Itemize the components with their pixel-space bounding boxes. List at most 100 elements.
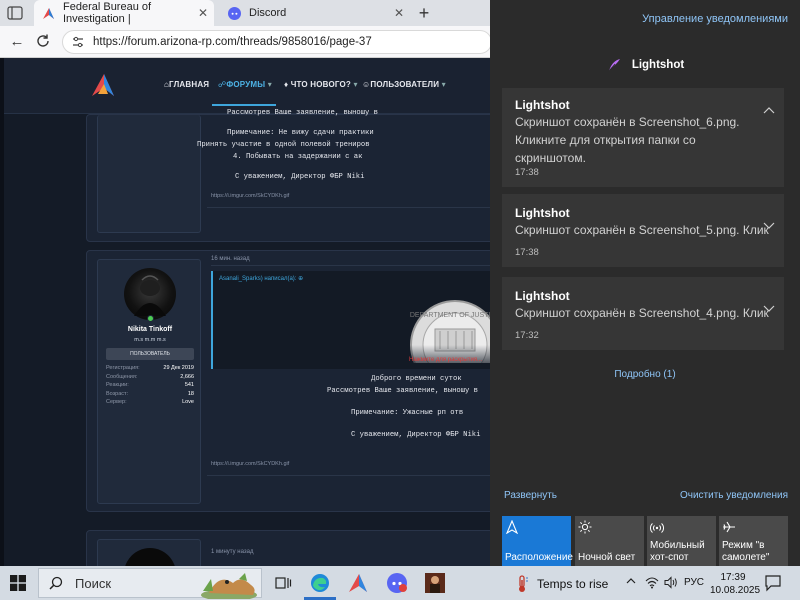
close-tab-icon[interactable]: ✕ [198, 6, 208, 20]
task-view-icon[interactable] [272, 572, 294, 594]
notification-title: Lightshot [515, 206, 570, 220]
post-line: Принять участие в одной полевой трениров [197, 141, 370, 149]
notification-time: 17:38 [515, 247, 539, 258]
quote-author[interactable]: Asanali_Sparks) написал(а): ⊕ [219, 275, 303, 282]
quick-action-airplane-mode[interactable]: Режим "в самолете" [719, 516, 788, 566]
taskbar-search-box[interactable]: Поиск [38, 568, 262, 599]
notification-title: Lightshot [515, 289, 570, 303]
wifi-icon[interactable] [645, 576, 659, 594]
post-line: С уважением, Директор ФБР Niki [351, 431, 481, 439]
discord-favicon-icon [228, 6, 241, 20]
app-name: Lightshot [631, 59, 685, 71]
notification-card[interactable]: Lightshot Скриншот сохранён в Screenshot… [502, 88, 784, 187]
post-user-card [97, 539, 201, 566]
post-line: Рассмотрев Ваше заявление, выношу в [227, 109, 378, 117]
username[interactable]: Nikita Tinkoff [98, 326, 202, 333]
lightshot-feather-icon [608, 59, 620, 72]
post-time[interactable]: 16 мин. назад [211, 256, 250, 262]
site-info-icon[interactable] [71, 35, 85, 49]
nav-main[interactable]: ⌂ГЛАВНАЯ [164, 80, 209, 89]
arizona-logo[interactable] [90, 72, 116, 103]
url-input[interactable]: https://forum.arizona-rp.com/threads/985… [62, 30, 492, 54]
post-time[interactable]: 1 минуту назад [211, 549, 253, 555]
clear-notifications-link[interactable]: Очистить уведомления [680, 490, 788, 501]
post-line: 4. Побывать на задержании с ак [233, 153, 363, 161]
notification-card[interactable]: Lightshot Скриншот сохранён в Screenshot… [502, 277, 784, 350]
stat-row: Реакции: 541 [106, 382, 194, 388]
quick-action-location[interactable]: Расположение [502, 516, 573, 566]
notification-body-line: Кликните для открытия папки со [515, 133, 696, 147]
quote-expand-link[interactable]: Нажмите для раскрытия... [409, 357, 482, 363]
nav-active-indicator [212, 104, 276, 106]
search-icon [49, 576, 63, 590]
nav-forums[interactable]: ☍ФОРУМЫ ▾ [218, 80, 272, 89]
address-bar-row: ← https://forum.arizona-rp.com/threads/9… [0, 26, 492, 58]
notification-time: 17:32 [515, 330, 539, 341]
svg-text:DEPARTMENT OF JUSTICE: DEPARTMENT OF JUSTICE [410, 312, 490, 319]
manage-notifications-link[interactable]: Управление уведомлениями [642, 13, 788, 25]
tab-title: Federal Bureau of Investigation | [63, 1, 152, 25]
notification-body-line: Скриншот сохранён в Screenshot_5.png. Кл… [515, 223, 769, 237]
hotspot-icon [650, 523, 664, 533]
close-tab-icon[interactable]: ✕ [394, 6, 404, 20]
chevron-up-icon[interactable] [762, 104, 776, 118]
chevron-down-icon[interactable] [762, 301, 776, 315]
arizona-favicon-icon [42, 7, 55, 20]
notification-card[interactable]: Lightshot Скриншот сохранён в Screenshot… [502, 194, 784, 267]
search-placeholder: Поиск [75, 575, 112, 591]
expand-link[interactable]: Развернуть [504, 490, 557, 501]
taskbar: Поиск Temps to rise РУС 17:39 10.08.2025 [0, 566, 800, 600]
volume-icon[interactable] [664, 576, 678, 594]
avatar[interactable] [124, 268, 176, 320]
notification-body-line: Скриншот сохранён в Screenshot_6.png. [515, 115, 740, 129]
post-line: Доброго времени суток [371, 375, 462, 383]
post-line: Примечание: Ужасные рп отв [351, 409, 464, 417]
forum-page: ⌂ГЛАВНАЯ ☍ФОРУМЫ ▾ ♦ ЧТО НОВОГО? ▾ ☺ПОЛЬ… [0, 58, 490, 566]
input-language[interactable]: РУС [684, 577, 704, 588]
clock-time: 17:39 [720, 572, 746, 583]
forum-post: 1 минуту назад [86, 530, 490, 566]
edge-browser-icon[interactable] [309, 572, 331, 594]
post-divider [207, 475, 490, 476]
quote-arrow-icon: ⊕ [298, 276, 304, 282]
tab-discord[interactable]: Discord ✕ [220, 0, 410, 26]
refresh-icon[interactable] [34, 33, 52, 51]
clock-date: 10.08.2025 [710, 585, 761, 596]
more-notifications-link[interactable]: Подробно (1) [490, 369, 800, 380]
back-arrow-icon[interactable]: ← [8, 33, 26, 51]
notification-title: Lightshot [515, 98, 570, 112]
tab-actions-icon[interactable] [4, 4, 26, 22]
notification-center-icon[interactable] [764, 574, 782, 597]
discord-app-icon[interactable] [386, 572, 408, 594]
weather-text: Temps to rise [537, 577, 609, 591]
quick-action-label: Расположение [505, 552, 573, 563]
game-app-icon[interactable] [424, 572, 446, 594]
arizona-launcher-icon[interactable] [347, 572, 369, 594]
new-tab-icon[interactable]: + [412, 0, 436, 26]
nav-users[interactable]: ☺ПОЛЬЗОВАТЕЛИ ▾ [362, 80, 446, 89]
chevron-down-icon[interactable] [762, 218, 776, 232]
tab-fbi[interactable]: Federal Bureau of Investigation | ✕ [34, 0, 214, 26]
nav-whats-new[interactable]: ♦ ЧТО НОВОГО? ▾ [284, 80, 358, 89]
role-badge: ПОЛЬЗОВАТЕЛЬ [106, 348, 194, 360]
quick-action-night-light[interactable]: Ночной свет [575, 516, 644, 566]
brightness-icon [578, 520, 592, 534]
post-image-link[interactable]: https://i.imgur.com/SkCYDKh.gif [211, 193, 289, 199]
quick-action-mobile-hotspot[interactable]: Мобильный хот-спот [647, 516, 716, 566]
post-image-link[interactable]: https://i.imgur.com/SkCYDKh.gif [211, 461, 289, 467]
post-line: С уважением, Директор ФБР Niki [235, 173, 365, 181]
weather-widget[interactable]: Temps to rise [515, 575, 608, 593]
quick-action-label: Мобильный хот-спот [650, 540, 705, 563]
post-divider [211, 265, 490, 266]
post-line: Примечание: Не вижу сдачи практики [227, 129, 374, 137]
stat-row: Регистрация: 29 Дек 2019 [106, 365, 194, 371]
avatar[interactable] [124, 548, 176, 566]
forum-header: ⌂ГЛАВНАЯ ☍ФОРУМЫ ▾ ♦ ЧТО НОВОГО? ▾ ☺ПОЛЬ… [4, 58, 490, 114]
thermometer-icon [519, 575, 528, 592]
system-clock[interactable]: 17:39 10.08.2025 [710, 571, 761, 597]
windows-start-icon[interactable] [10, 575, 26, 596]
airplane-icon [723, 521, 735, 533]
online-status-icon [147, 315, 154, 322]
tab-title: Discord [249, 7, 287, 19]
chevron-up-icon[interactable] [625, 575, 637, 590]
